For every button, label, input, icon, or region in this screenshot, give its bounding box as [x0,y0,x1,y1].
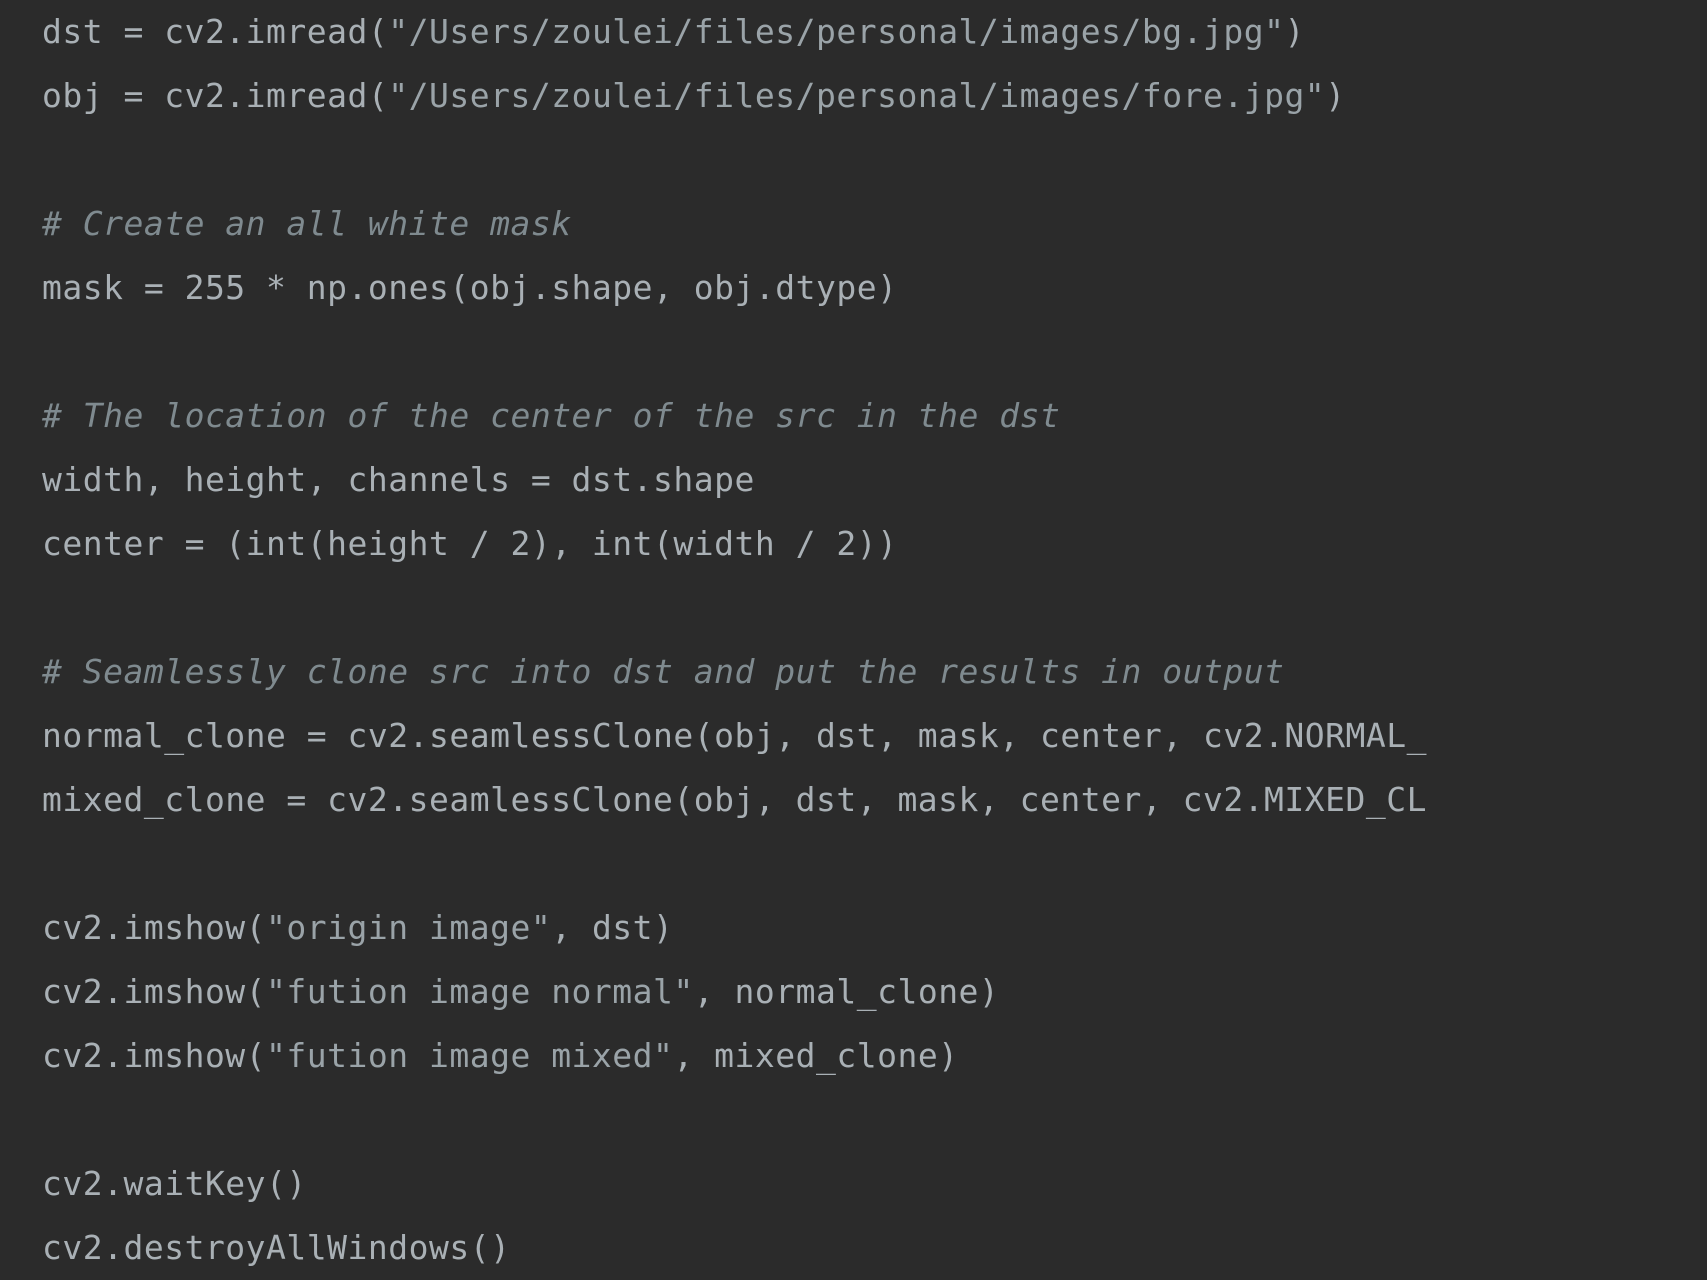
code-token-string: "origin image" [266,908,551,947]
code-line: center = (int(height / 2), int(width / 2… [42,524,897,563]
code-token: ) [1284,12,1304,51]
code-comment: # Seamlessly clone src into dst and put … [42,652,1284,691]
code-token: cv2.imshow( [42,1036,266,1075]
code-token-string: "/Users/zoulei/files/personal/images/for… [388,76,1325,115]
code-token-string: "fution image normal" [266,972,694,1011]
code-line: dst = cv2.imread("/Users/zoulei/files/pe… [42,12,1305,51]
code-editor[interactable]: dst = cv2.imread("/Users/zoulei/files/pe… [0,0,1707,1280]
code-token: , normal_clone) [694,972,1000,1011]
code-token-string: "/Users/zoulei/files/personal/images/bg.… [388,12,1284,51]
code-comment: # The location of the center of the src … [42,396,1060,435]
code-line: cv2.imshow("fution image normal", normal… [42,972,999,1011]
code-token: ) [1325,76,1345,115]
code-line: cv2.destroyAllWindows() [42,1228,510,1267]
code-token-string: "fution image mixed" [266,1036,673,1075]
code-comment: # Create an all white mask [42,204,572,243]
code-line: obj = cv2.imread("/Users/zoulei/files/pe… [42,76,1346,115]
code-line: mask = 255 * np.ones(obj.shape, obj.dtyp… [42,268,897,307]
code-token: , mixed_clone) [673,1036,958,1075]
code-line: normal_clone = cv2.seamlessClone(obj, ds… [42,716,1427,755]
code-token: cv2.imshow( [42,972,266,1011]
code-line: cv2.imshow("fution image mixed", mixed_c… [42,1036,959,1075]
code-token: dst = cv2.imread( [42,12,388,51]
code-line: width, height, channels = dst.shape [42,460,755,499]
code-token: , dst) [551,908,673,947]
code-line: cv2.imshow("origin image", dst) [42,908,673,947]
code-line: mixed_clone = cv2.seamlessClone(obj, dst… [42,780,1427,819]
code-line: cv2.waitKey() [42,1164,307,1203]
code-token: cv2.imshow( [42,908,266,947]
code-token: obj = cv2.imread( [42,76,388,115]
